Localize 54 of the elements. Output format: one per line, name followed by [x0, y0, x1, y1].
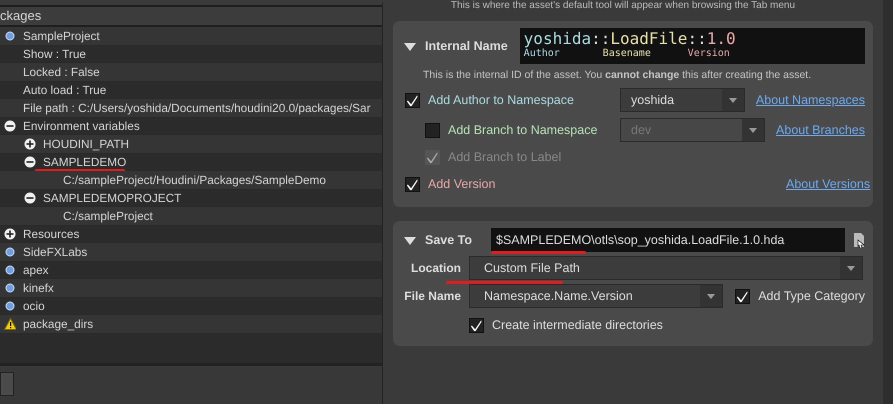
warning-icon	[4, 318, 16, 330]
tree-item[interactable]: Environment variables	[23, 119, 140, 133]
expand-icon[interactable]	[24, 138, 36, 150]
checkbox[interactable]	[469, 318, 484, 332]
checkbox-label[interactable]: Add Type Category	[758, 289, 865, 303]
dot-icon	[4, 264, 16, 276]
link[interactable]: About Versions	[786, 177, 870, 191]
checkbox-label[interactable]: Add Author to Namespace	[428, 93, 620, 107]
dropdown[interactable]: yoshida	[620, 88, 745, 112]
tree-item[interactable]: Resources	[23, 227, 80, 241]
checkbox[interactable]	[405, 176, 420, 192]
internal-name-field[interactable]: yoshida::LoadFile::1.0 Author Basename Version	[520, 28, 865, 64]
dot-icon	[4, 30, 16, 42]
dot-icon	[4, 300, 16, 312]
tree-item[interactable]: SampleProject	[23, 29, 100, 43]
checkbox[interactable]	[405, 92, 420, 108]
field-label: Location	[410, 261, 461, 275]
section-title: Save To	[425, 233, 474, 247]
tree-item[interactable]: SideFXLabs	[23, 245, 88, 259]
collapse-icon[interactable]	[403, 235, 417, 245]
section-title: Internal Name	[425, 39, 508, 53]
tree-item[interactable]: C:/sampleProject	[63, 209, 153, 223]
link[interactable]: About Namespaces	[756, 93, 865, 107]
file-browse-icon[interactable]	[853, 232, 865, 248]
link[interactable]: About Branches	[776, 123, 865, 137]
tree-item[interactable]: package_dirs	[23, 317, 94, 331]
checkbox-label[interactable]: Add Version	[428, 177, 620, 191]
tree-item[interactable]: Auto load : True	[23, 83, 106, 97]
file-path-field[interactable]: $SAMPLEDEMO\otls\sop_yoshida.LoadFile.1.0.hda	[491, 228, 845, 252]
collapse-icon[interactable]	[24, 192, 36, 204]
checkbox[interactable]	[735, 288, 750, 304]
panel-title: ckages	[0, 8, 42, 23]
help-text: This is the internal ID of the asset. You cannot change this after creating the asset.	[423, 69, 812, 81]
tree-item[interactable]: Locked : False	[23, 65, 100, 79]
tree-item[interactable]: Show : True	[23, 47, 86, 61]
dropdown[interactable]: Custom File Path	[469, 256, 863, 280]
field-label: File Name	[403, 289, 461, 303]
dropdown[interactable]: Namespace.Name.Version	[469, 284, 724, 308]
dot-icon	[4, 282, 16, 294]
expand-icon[interactable]	[4, 228, 16, 240]
dot-icon	[4, 246, 16, 258]
tree-item[interactable]: SAMPLEDEMO	[43, 155, 126, 169]
collapse-icon[interactable]	[4, 120, 16, 132]
checkbox[interactable]	[425, 122, 440, 138]
checkbox-label[interactable]: Create intermediate directories	[492, 318, 663, 332]
tree-item[interactable]: kinefx	[23, 281, 54, 295]
tree-item[interactable]: HOUDINI_PATH	[43, 137, 130, 151]
tree-item[interactable]: ocio	[23, 299, 45, 313]
collapse-icon[interactable]	[403, 41, 417, 51]
tree-item[interactable]: apex	[23, 263, 49, 277]
help-text: This is where the asset's default tool will appear when browsing the Tab menu	[450, 0, 796, 12]
checkbox-label[interactable]: Add Branch to Namespace	[448, 123, 620, 137]
collapse-icon[interactable]	[24, 156, 36, 168]
tree-item[interactable]: SAMPLEDEMOPROJECT	[43, 191, 182, 205]
